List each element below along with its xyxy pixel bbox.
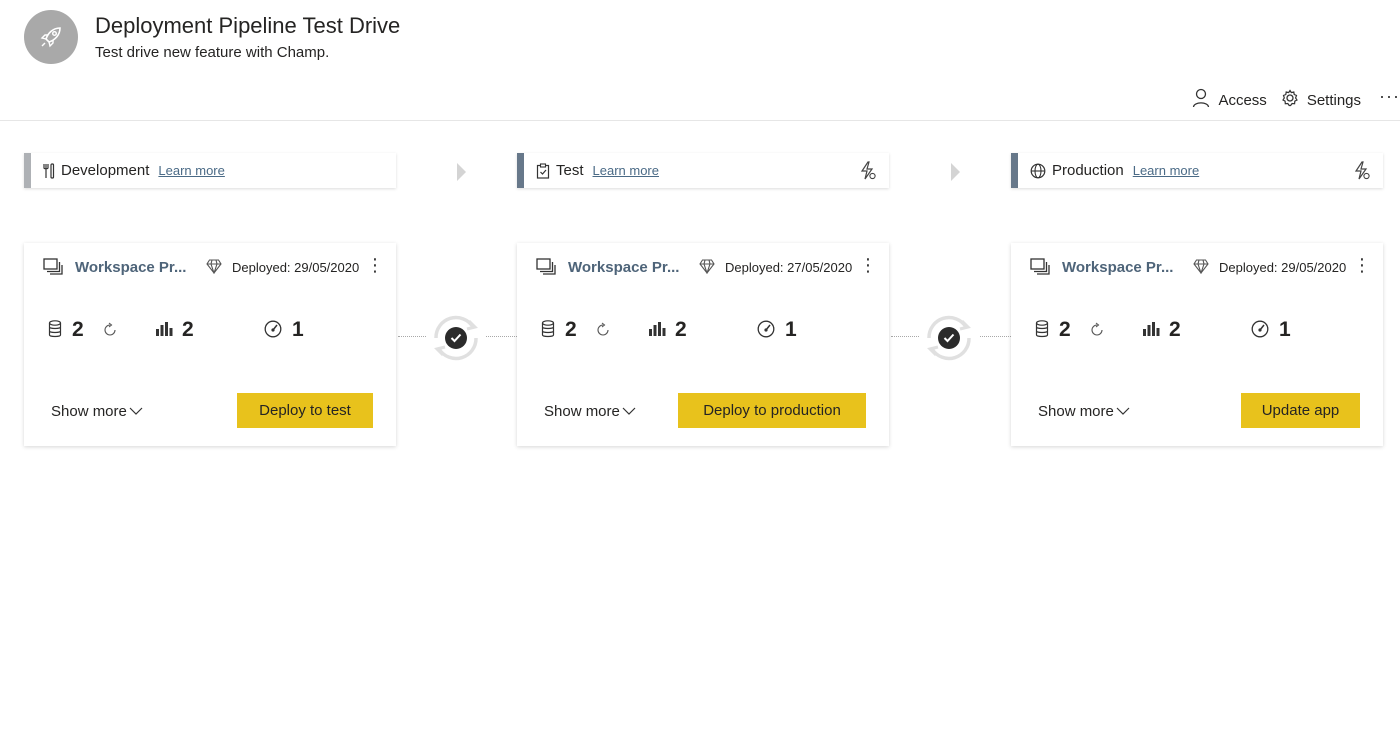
show-more-label: Show more (51, 403, 127, 420)
dashboard-gauge-icon (264, 320, 282, 343)
more-vertical-button[interactable]: ⋮ (1353, 256, 1371, 274)
stage-indicator-bar (517, 153, 524, 188)
database-icon (1035, 320, 1049, 343)
settings-button[interactable]: Settings (1281, 89, 1361, 111)
datasets-count: 2 (1059, 318, 1071, 341)
stage-header-development: Development Learn more (24, 153, 396, 188)
page-header: Deployment Pipeline Test Drive Test driv… (0, 0, 1400, 121)
diamond-icon (1193, 259, 1209, 279)
show-more-toggle[interactable]: Show more (1038, 403, 1130, 420)
stage-card-test: Workspace Pr... Deployed: 27/05/2020 ⋮ 2… (517, 243, 889, 446)
datasets-count: 2 (72, 318, 84, 341)
chevron-down-icon (622, 403, 636, 420)
show-more-toggle[interactable]: Show more (544, 403, 636, 420)
show-more-label: Show more (1038, 403, 1114, 420)
learn-more-link[interactable]: Learn more (593, 163, 659, 178)
page-subtitle: Test drive new feature with Champ. (95, 44, 330, 61)
deployed-date: Deployed: 29/05/2020 (1219, 260, 1347, 275)
connector-line (486, 336, 517, 337)
stage-name: Production (1052, 162, 1124, 179)
more-options-button[interactable]: ··· (1379, 86, 1400, 107)
page-title: Deployment Pipeline Test Drive (95, 13, 401, 38)
deployment-rules-icon[interactable] (1353, 161, 1371, 186)
stage-indicator-bar (24, 153, 31, 188)
connector-line (980, 336, 1011, 337)
globe-icon (1030, 163, 1046, 179)
workspace-name-link[interactable]: Workspace Pr... (75, 259, 186, 276)
deploy-to-test-button[interactable]: Deploy to test (237, 393, 373, 428)
bar-chart-icon (1142, 320, 1160, 343)
header-actions: Access Settings ··· (1192, 86, 1400, 112)
clipboard-check-icon (536, 162, 550, 179)
chevron-down-icon (129, 403, 143, 420)
workspace-icon (1030, 258, 1050, 281)
chevron-right-icon (951, 163, 960, 181)
refresh-icon (102, 322, 118, 343)
dashboards-count: 1 (1279, 318, 1291, 341)
deployed-date: Deployed: 27/05/2020 (725, 260, 853, 275)
refresh-icon (1089, 322, 1105, 343)
diamond-icon (699, 259, 715, 279)
refresh-icon (595, 322, 611, 343)
connector-line (891, 336, 919, 337)
database-icon (48, 320, 62, 343)
workspace-name-link[interactable]: Workspace Pr... (1062, 259, 1173, 276)
stage-header-production: Production Learn more (1011, 153, 1383, 188)
dashboard-gauge-icon (1251, 320, 1269, 343)
workspace-icon (536, 258, 556, 281)
show-more-toggle[interactable]: Show more (51, 403, 143, 420)
bar-chart-icon (155, 320, 173, 343)
reports-count: 2 (675, 318, 687, 341)
stage-indicator-bar (1011, 153, 1018, 188)
datasets-count: 2 (565, 318, 577, 341)
deploy-to-production-button[interactable]: Deploy to production (678, 393, 866, 428)
workspace-name-link[interactable]: Workspace Pr... (568, 259, 679, 276)
show-more-label: Show more (544, 403, 620, 420)
update-app-button[interactable]: Update app (1241, 393, 1360, 428)
chevron-down-icon (1116, 403, 1130, 420)
gear-icon (1281, 89, 1299, 111)
stage-card-development: Workspace Pr... Deployed: 29/05/2020 ⋮ 2… (24, 243, 396, 446)
compare-sync-button[interactable] (918, 307, 980, 369)
dashboard-gauge-icon (757, 320, 775, 343)
diamond-icon (206, 259, 222, 279)
person-icon (1192, 88, 1210, 112)
stage-name: Development (61, 162, 150, 179)
learn-more-link[interactable]: Learn more (158, 163, 224, 178)
checkmark-icon (938, 327, 960, 349)
chevron-right-icon (457, 163, 466, 181)
more-vertical-button[interactable]: ⋮ (366, 256, 384, 274)
tools-icon (43, 162, 55, 179)
rocket-icon (24, 10, 78, 64)
settings-label: Settings (1306, 91, 1362, 109)
dashboards-count: 1 (785, 318, 797, 341)
connector-line (398, 336, 426, 337)
compare-sync-button[interactable] (425, 307, 487, 369)
access-label: Access (1218, 91, 1267, 109)
learn-more-link[interactable]: Learn more (1133, 163, 1199, 178)
dashboards-count: 1 (292, 318, 304, 341)
more-vertical-button[interactable]: ⋮ (859, 256, 877, 274)
reports-count: 2 (1169, 318, 1181, 341)
stage-name: Test (556, 162, 584, 179)
deployment-rules-icon[interactable] (859, 161, 877, 186)
stage-card-production: Workspace Pr... Deployed: 29/05/2020 ⋮ 2… (1011, 243, 1383, 446)
workspace-icon (43, 258, 63, 281)
access-button[interactable]: Access (1192, 88, 1267, 112)
reports-count: 2 (182, 318, 194, 341)
deployed-date: Deployed: 29/05/2020 (232, 260, 360, 275)
bar-chart-icon (648, 320, 666, 343)
checkmark-icon (445, 327, 467, 349)
database-icon (541, 320, 555, 343)
stage-header-test: Test Learn more (517, 153, 889, 188)
